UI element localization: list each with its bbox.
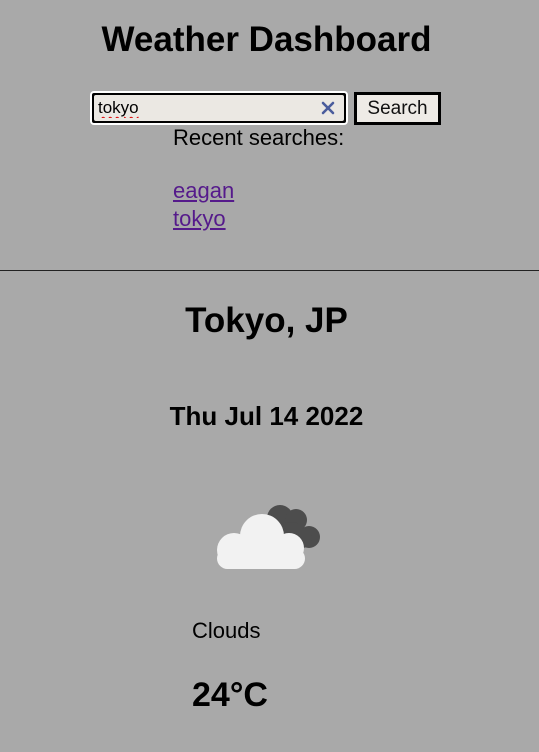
weather-condition: Clouds [192,618,261,643]
current-date: Thu Jul 14 2022 [169,401,364,431]
recent-searches-list: eagan tokyo [173,177,234,233]
recent-search-link-eagan[interactable]: eagan [173,178,234,203]
recent-search-item: tokyo [173,205,234,233]
recent-searches-label: Recent searches: [173,125,345,150]
recent-search-link-tokyo[interactable]: tokyo [173,206,226,231]
cloud-icon-graphic [217,505,320,569]
search-button[interactable]: Search [354,92,441,125]
recent-search-item: eagan [173,177,234,205]
city-name: Tokyo, JP [185,301,348,340]
search-field-inner[interactable] [94,95,344,121]
close-icon[interactable] [320,100,336,116]
search-input[interactable] [98,95,308,121]
page-title: Weather Dashboard [101,20,432,59]
close-icon-glyph [321,101,335,115]
cloud-icon [212,498,324,578]
search-field[interactable] [90,91,348,125]
section-divider [0,270,539,271]
temperature: 24°C [192,676,268,714]
